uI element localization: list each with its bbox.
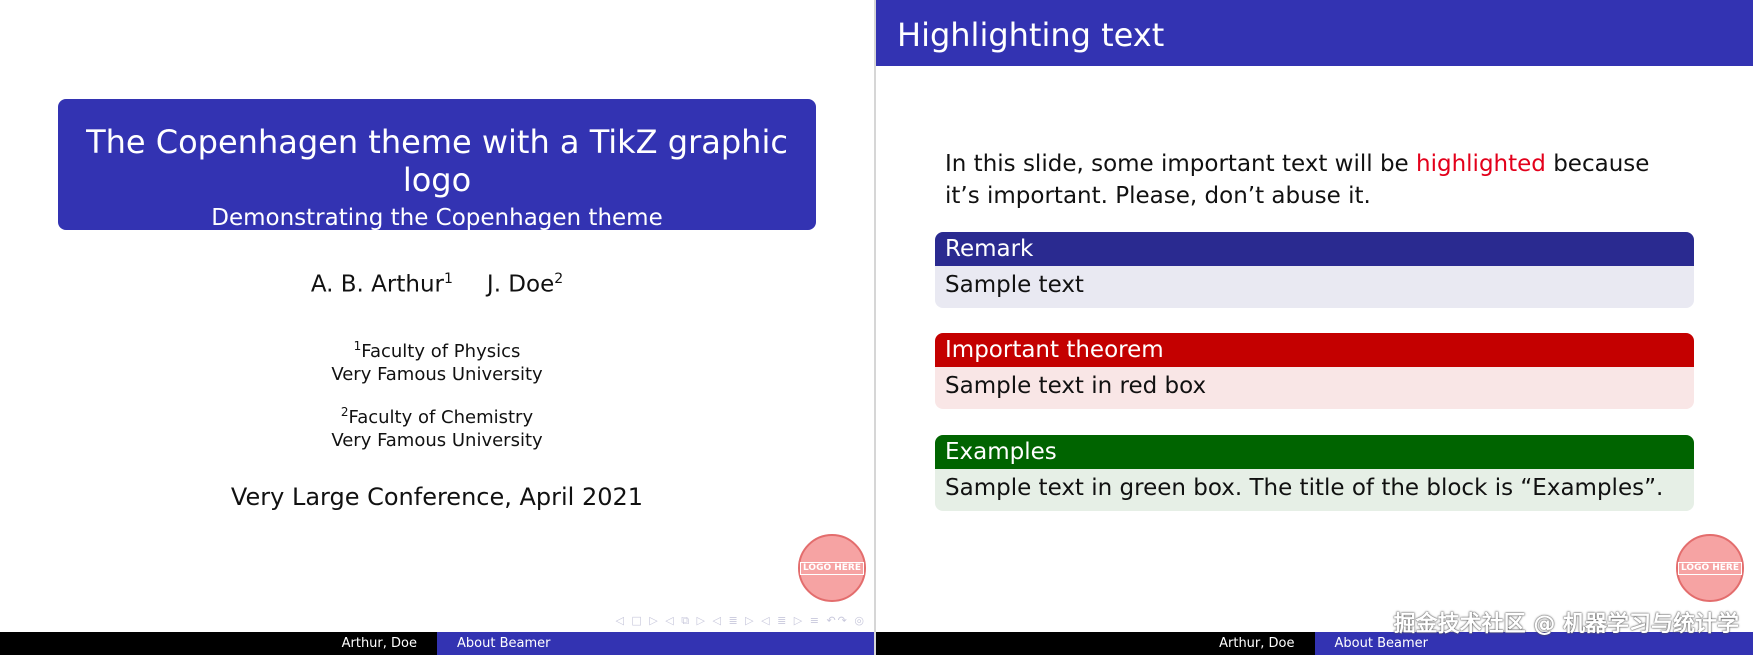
- alert-block: Important theorem Sample text in red box: [935, 333, 1694, 409]
- footer-authors: Arthur, Doe: [0, 632, 437, 655]
- navigation-symbols[interactable]: ◁ □ ▷ ◁ ⧉ ▷ ◁ ≣ ▷ ◁ ≣ ▷ ≡ ↶↷ ◎: [615, 614, 866, 628]
- logo-placeholder: LOGO HERE: [798, 534, 866, 602]
- remark-block: Remark Sample text: [935, 232, 1694, 308]
- conference-date: Very Large Conference, April 2021: [230, 483, 644, 511]
- author-1: A. B. Arthur: [310, 271, 444, 298]
- remark-block-title: Remark: [935, 232, 1694, 266]
- institution-2: 2Faculty of Chemistry Very Famous Univer…: [0, 401, 874, 452]
- logo-text: LOGO HERE: [800, 561, 864, 575]
- remark-block-body: Sample text: [935, 266, 1694, 308]
- alert-block-body: Sample text in red box: [935, 367, 1694, 409]
- logo-text: LOGO HERE: [1678, 561, 1742, 575]
- title-slide: The Copenhagen theme with a TikZ graphic…: [0, 0, 874, 655]
- paragraph-text-start: In this slide, some important text will …: [945, 151, 1417, 177]
- frame-title: Highlighting text: [876, 0, 1753, 66]
- footer: Arthur, Doe About Beamer: [0, 632, 874, 655]
- author-2-affiliation-mark: 2: [554, 271, 564, 287]
- footer-title: About Beamer: [437, 632, 874, 655]
- content-slide: Highlighting text In this slide, some im…: [876, 0, 1753, 655]
- institution-2-line-2: Very Famous University: [331, 430, 543, 451]
- footer-authors: Arthur, Doe: [876, 632, 1315, 655]
- institution-1-line-2: Very Famous University: [331, 364, 543, 385]
- alert-block-title: Important theorem: [935, 333, 1694, 367]
- presentation-title: The Copenhagen theme with a TikZ graphic…: [86, 123, 788, 199]
- institution-1: 1Faculty of Physics Very Famous Universi…: [0, 335, 874, 386]
- authors: A. B. Arthur1 J. Doe2: [0, 271, 874, 298]
- author-2: J. Doe: [486, 271, 555, 298]
- intro-paragraph: In this slide, some important text will …: [945, 148, 1685, 212]
- title-box: The Copenhagen theme with a TikZ graphic…: [58, 99, 816, 231]
- presentation-subtitle: Demonstrating the Copenhagen theme: [211, 205, 663, 231]
- highlighted-word: highlighted: [1416, 151, 1546, 177]
- watermark-text: 掘金技术社区 @ 机器学习与统计学: [1393, 612, 1739, 637]
- institution-2-line-1: Faculty of Chemistry: [348, 407, 534, 428]
- institution-1-line-1: Faculty of Physics: [361, 341, 521, 362]
- logo-placeholder: LOGO HERE: [1676, 534, 1744, 602]
- example-block: Examples Sample text in green box. The t…: [935, 435, 1694, 511]
- institution-2-mark: 2: [340, 405, 349, 419]
- example-block-title: Examples: [935, 435, 1694, 469]
- example-block-body: Sample text in green box. The title of t…: [935, 469, 1694, 511]
- author-1-affiliation-mark: 1: [443, 271, 453, 287]
